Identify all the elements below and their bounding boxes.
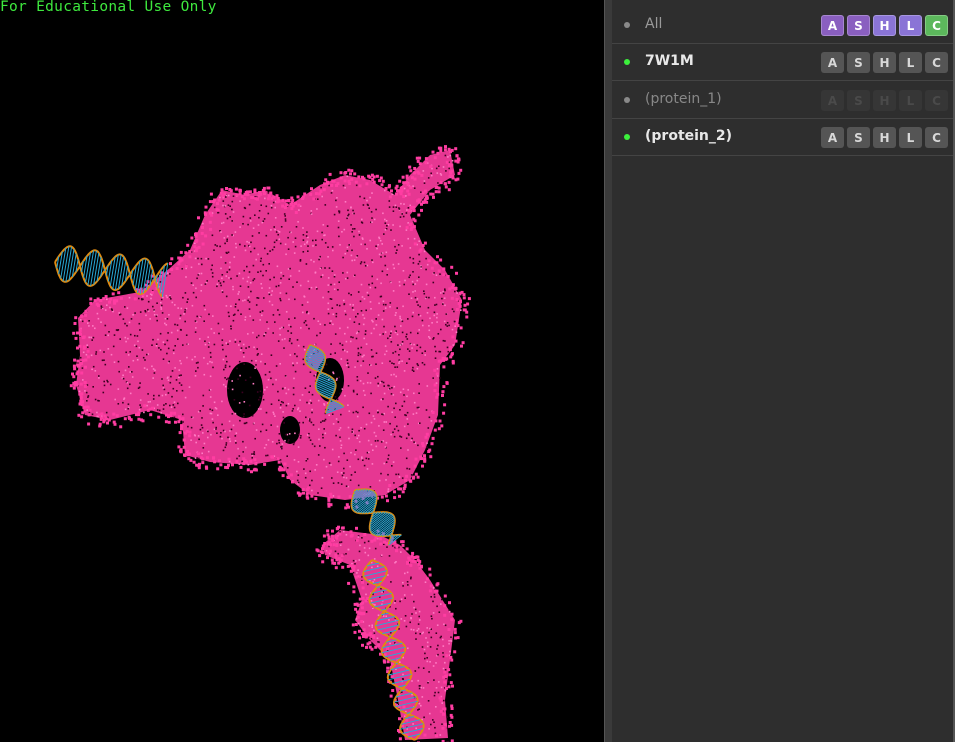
color-menu-button: C — [925, 90, 948, 111]
action-menu-button[interactable]: A — [821, 127, 844, 148]
color-menu-button[interactable]: C — [925, 52, 948, 73]
color-menu-button[interactable]: C — [925, 15, 948, 36]
label-menu-button[interactable]: L — [899, 15, 922, 36]
object-name[interactable]: (protein_1) — [645, 91, 722, 107]
object-row[interactable]: All A S H L C — [612, 7, 955, 44]
visibility-dot-icon[interactable] — [624, 22, 630, 28]
watermark-text: For Educational Use Only — [0, 0, 217, 15]
color-menu-button[interactable]: C — [925, 127, 948, 148]
visibility-dot-icon[interactable] — [624, 59, 630, 65]
hide-menu-button[interactable]: H — [873, 15, 896, 36]
molecular-viewer[interactable]: For Educational Use Only — [0, 0, 604, 742]
action-buttons: ASHLC — [821, 52, 948, 73]
object-panel: All A S H L C 7W1M A S H L C (protein_1) A S H L C (protei… — [612, 0, 955, 742]
protein-cavity — [280, 416, 300, 444]
action-buttons: ASHLC — [821, 90, 948, 111]
object-name[interactable]: (protein_2) — [645, 128, 732, 144]
panel-splitter[interactable] — [604, 0, 612, 742]
hide-menu-button: H — [873, 90, 896, 111]
label-menu-button[interactable]: L — [899, 52, 922, 73]
molecule-render[interactable] — [0, 0, 604, 742]
object-row[interactable]: (protein_1) A S H L C — [612, 82, 955, 119]
show-menu-button[interactable]: S — [847, 52, 870, 73]
visibility-dot-icon[interactable] — [624, 134, 630, 140]
show-menu-button: S — [847, 90, 870, 111]
object-name[interactable]: All — [645, 16, 662, 32]
show-menu-button[interactable]: S — [847, 127, 870, 148]
label-menu-button[interactable]: L — [899, 127, 922, 148]
action-buttons: ASHLC — [821, 15, 948, 36]
object-name[interactable]: 7W1M — [645, 53, 694, 69]
action-menu-button[interactable]: A — [821, 52, 844, 73]
visibility-dot-icon[interactable] — [624, 97, 630, 103]
protein-surface — [76, 150, 462, 500]
show-menu-button[interactable]: S — [847, 15, 870, 36]
hide-menu-button[interactable]: H — [873, 127, 896, 148]
action-buttons: ASHLC — [821, 127, 948, 148]
action-menu-button: A — [821, 90, 844, 111]
action-menu-button[interactable]: A — [821, 15, 844, 36]
label-menu-button: L — [899, 90, 922, 111]
hide-menu-button[interactable]: H — [873, 52, 896, 73]
object-row[interactable]: (protein_2) A S H L C — [612, 119, 955, 156]
object-row[interactable]: 7W1M A S H L C — [612, 44, 955, 81]
